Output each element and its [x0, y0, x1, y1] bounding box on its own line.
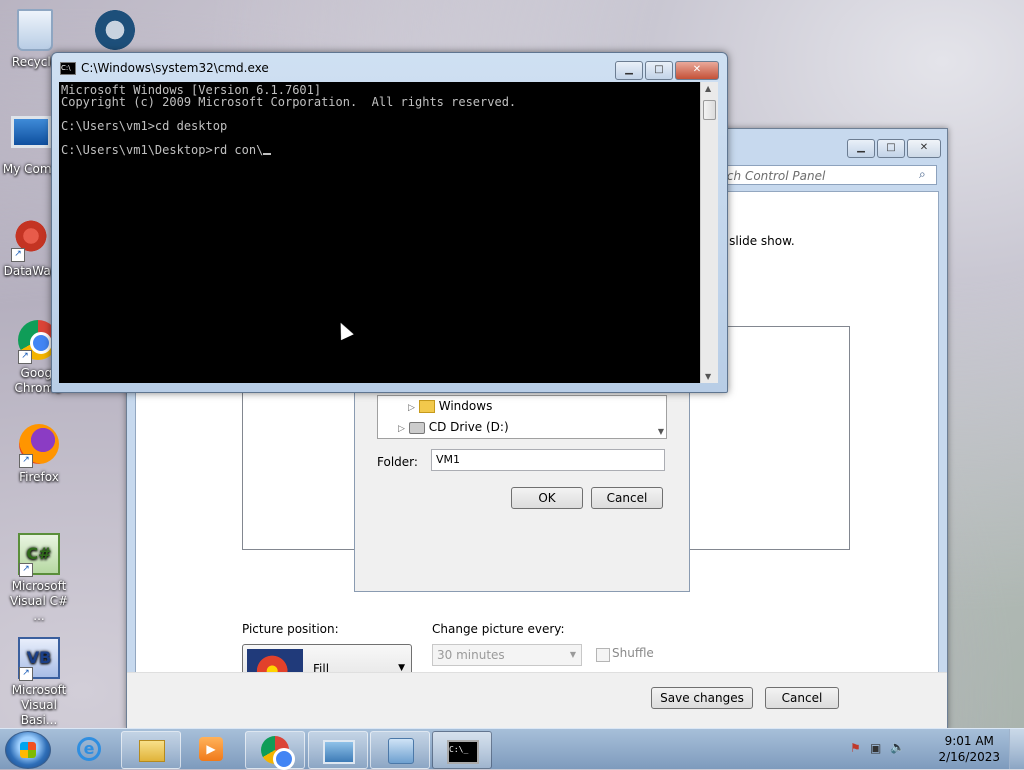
network-icon[interactable]: ▣ — [870, 741, 881, 755]
cmd-title-text: C:\Windows\system32\cmd.exe — [81, 61, 269, 75]
recycle-bin-icon — [13, 9, 57, 53]
folder-label: Folder: — [377, 455, 418, 469]
visual-csharp-icon: C# ↗ — [17, 533, 61, 577]
cd-drive-icon — [408, 421, 425, 434]
start-button[interactable] — [5, 731, 51, 769]
instruction-text: a slide show. — [718, 234, 795, 248]
clock[interactable]: 9:01 AM 2/16/2023 — [938, 733, 1000, 765]
scroll-down-icon[interactable]: ▼ — [705, 372, 711, 381]
control-panel-footer: Save changes Cancel — [127, 672, 947, 729]
taskbar: e ▶ C:\_ ⚑ ▣ 🔈 9:01 AM 2/16/2023 — [0, 728, 1024, 770]
desktop-icon-label: Firefox — [19, 470, 59, 484]
datawag-icon: ↗ — [9, 218, 53, 262]
settings-gear-icon[interactable] — [94, 8, 136, 52]
desktop-icon-label: Microsoft Visual Basi... — [11, 683, 67, 727]
taskbar-item-command-prompt[interactable]: C:\_ — [432, 731, 492, 769]
taskbar-item-personalization[interactable] — [308, 731, 368, 769]
text-caret — [263, 153, 272, 155]
close-button[interactable]: ✕ — [675, 61, 719, 80]
media-player-icon: ▶ — [199, 737, 223, 761]
minimize-button[interactable]: ▁ — [615, 61, 643, 80]
shortcut-arrow-icon: ↗ — [18, 350, 32, 364]
folder-field[interactable]: VM1 — [431, 449, 665, 471]
desktop-icon-visual-basic[interactable]: VB ↗ Microsoft Visual Basi... — [4, 634, 74, 728]
change-picture-interval-select[interactable]: 30 minutes ▼ — [432, 644, 582, 666]
dropdown-arrow-icon: ▼ — [569, 650, 576, 659]
tree-item-cd-drive[interactable]: ▷ CD Drive (D:) — [398, 417, 509, 437]
scroll-thumb[interactable] — [703, 100, 716, 120]
expand-arrow-icon[interactable]: ▷ — [398, 424, 405, 434]
taskbar-item-internet-explorer[interactable]: e — [60, 731, 118, 767]
cmd-icon: C:\ — [60, 61, 76, 75]
browse-folder-dialog[interactable]: ▷ Windows ▷ CD Drive (D:) ▼ Folder: VM1 … — [354, 390, 690, 592]
desktop-icon-visual-csharp[interactable]: C# ↗ Microsoft Visual C# ... — [4, 530, 74, 624]
save-changes-button[interactable]: Save changes — [651, 687, 753, 709]
desktop-icon-firefox[interactable]: ↗ Firefox — [4, 422, 74, 485]
maximize-button[interactable]: □ — [877, 139, 905, 158]
tree-item-windows[interactable]: ▷ Windows — [408, 396, 492, 416]
maximize-button[interactable]: □ — [645, 61, 673, 80]
command-prompt-icon: C:\_ — [447, 740, 479, 764]
cmd-window[interactable]: C:\ C:\Windows\system32\cmd.exe ▁ □ ✕ Mi… — [51, 52, 728, 393]
taskbar-item-remote-desktop[interactable] — [370, 731, 430, 769]
firefox-icon: ↗ — [17, 424, 61, 468]
internet-explorer-icon: e — [77, 737, 101, 761]
taskbar-item-chrome[interactable] — [245, 731, 305, 770]
volume-icon[interactable]: 🔈 — [890, 740, 905, 754]
visual-basic-icon: VB ↗ — [17, 637, 61, 681]
change-picture-label: Change picture every: — [432, 622, 565, 636]
console-input-line[interactable]: C:\Users\vm1\Desktop>rd con\ — [61, 144, 272, 156]
shortcut-arrow-icon: ↗ — [19, 454, 33, 468]
cmd-console[interactable]: Microsoft Windows [Version 6.1.7601] Cop… — [59, 82, 700, 383]
tree-scroll-down-icon[interactable]: ▼ — [658, 427, 664, 436]
windows-logo-icon — [20, 742, 36, 758]
cmd-titlebar[interactable]: C:\ C:\Windows\system32\cmd.exe — [60, 61, 269, 75]
shortcut-arrow-icon: ↗ — [19, 563, 33, 577]
scroll-up-icon[interactable]: ▲ — [705, 84, 711, 93]
cancel-button[interactable]: Cancel — [765, 687, 839, 709]
shortcut-arrow-icon: ↗ — [11, 248, 25, 262]
folder-tree[interactable]: ▷ Windows ▷ CD Drive (D:) ▼ — [377, 395, 667, 439]
dialog-cancel-button[interactable]: Cancel — [591, 487, 663, 509]
picture-position-label: Picture position: — [242, 622, 339, 636]
shuffle-checkbox[interactable] — [596, 648, 610, 662]
search-control-panel-input[interactable]: rch Control Panel — [717, 165, 937, 185]
console-line: C:\Users\vm1>cd desktop — [61, 119, 228, 133]
taskbar-item-windows-explorer[interactable] — [121, 731, 181, 769]
folder-icon — [139, 740, 165, 762]
show-desktop-button[interactable] — [1009, 729, 1024, 769]
system-tray: ⚑ ▣ 🔈 9:01 AM 2/16/2023 — [844, 729, 1024, 769]
computer-icon — [9, 116, 53, 160]
personalization-icon — [323, 740, 355, 764]
cmd-scrollbar[interactable]: ▲ ▼ — [700, 82, 718, 383]
folder-icon — [418, 400, 435, 413]
clock-date: 2/16/2023 — [938, 750, 1000, 764]
chrome-icon — [261, 736, 295, 770]
console-line: Copyright (c) 2009 Microsoft Corporation… — [61, 95, 517, 109]
expand-arrow-icon[interactable]: ▷ — [408, 403, 415, 413]
shuffle-label: Shuffle — [612, 646, 654, 660]
action-center-flag-icon[interactable]: ⚑ — [850, 741, 861, 755]
search-icon[interactable]: ⌕ — [919, 167, 926, 182]
ok-button[interactable]: OK — [511, 487, 583, 509]
minimize-button[interactable]: ▁ — [847, 139, 875, 158]
close-button[interactable]: ✕ — [907, 139, 941, 158]
clock-time: 9:01 AM — [944, 734, 994, 748]
remote-desktop-icon — [388, 738, 414, 764]
taskbar-item-media-player[interactable]: ▶ — [182, 731, 240, 767]
shortcut-arrow-icon: ↗ — [19, 667, 33, 681]
desktop-icon-label: Microsoft Visual C# ... — [9, 579, 69, 623]
